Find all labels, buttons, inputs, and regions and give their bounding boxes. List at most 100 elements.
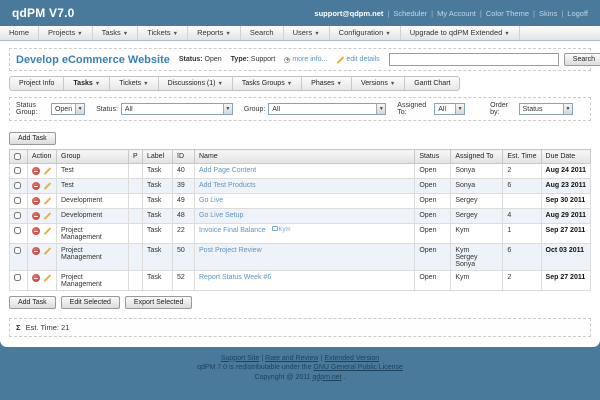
chevron-down-icon: ▼ (77, 31, 82, 37)
footer-link-extended-version[interactable]: Extended Version (324, 355, 379, 362)
comment-bubble-icon (272, 226, 278, 231)
task-name-link[interactable]: Go Live Setup (199, 212, 243, 219)
edit-icon[interactable] (43, 274, 52, 283)
gpl-license-link[interactable]: GNU General Public License (313, 364, 403, 371)
tab-tickets[interactable]: Tickets▼ (110, 77, 158, 90)
nav-item-projects[interactable]: Projects▼ (39, 26, 93, 40)
task-priority (129, 271, 143, 291)
header-link-logoff[interactable]: Logoff (567, 9, 588, 18)
task-assigned: Kym (451, 271, 503, 291)
row-checkbox[interactable] (14, 212, 21, 219)
task-label: Task (143, 209, 173, 224)
tab-versions[interactable]: Versions▼ (352, 77, 405, 90)
qdpm-net-link[interactable]: qdpm.net (312, 374, 341, 381)
filter-select[interactable]: All ▼ (434, 103, 465, 115)
filter-bar: Status Group: Open ▼ Status: All ▼ Group… (9, 97, 591, 121)
edit-icon[interactable] (43, 167, 52, 176)
task-name-link[interactable]: Add Test Products (199, 182, 256, 189)
edit-selected-button[interactable]: Edit Selected (61, 296, 120, 309)
pencil-icon (336, 56, 344, 64)
task-row: Test Task 39 Add Test Products Open Sony… (10, 179, 591, 194)
task-name-cell: Add Test Products (195, 179, 415, 194)
delete-icon[interactable] (32, 182, 40, 190)
more-info-link[interactable]: more info... (284, 56, 327, 63)
tab-gantt-chart[interactable]: Gantt Chart (405, 77, 459, 90)
header-link-color-theme[interactable]: Color Theme (486, 9, 529, 18)
task-name-link[interactable]: Add Page Content (199, 167, 256, 174)
task-group: Development (57, 194, 129, 209)
footer-link-rate-and-review[interactable]: Rate and Review (265, 355, 318, 362)
footer-link-support-site[interactable]: Support Site (221, 355, 260, 362)
task-status: Open (415, 224, 451, 244)
nav-item-upgrade-to-qdpm-extended[interactable]: Upgrade to qdPM Extended▼ (401, 26, 520, 40)
edit-icon[interactable] (43, 247, 52, 256)
edit-details-link[interactable]: edit details (336, 56, 379, 64)
tab-project-info[interactable]: Project Info (10, 77, 64, 90)
search-input[interactable] (389, 53, 559, 66)
nav-item-tasks[interactable]: Tasks▼ (93, 26, 139, 40)
row-checkbox[interactable] (14, 247, 21, 254)
edit-icon[interactable] (43, 197, 52, 206)
filter-label: Status: (96, 106, 118, 113)
nav-item-tickets[interactable]: Tickets▼ (138, 26, 188, 40)
filter-select[interactable]: Status ▼ (519, 103, 573, 115)
row-checkbox[interactable] (14, 274, 21, 281)
task-group: Test (57, 179, 129, 194)
task-name-link[interactable]: Post Project Review (199, 247, 262, 254)
col-header-p: P (129, 150, 143, 164)
dropdown-arrow-icon: ▼ (563, 104, 572, 114)
filter-select[interactable]: All ▼ (121, 103, 233, 115)
chevron-down-icon: ▼ (95, 81, 100, 87)
delete-icon[interactable] (32, 167, 40, 175)
status-value: Open (205, 56, 222, 63)
task-row: Project Management Task 50 Post Project … (10, 244, 591, 271)
dropdown-arrow-icon: ▼ (75, 104, 84, 114)
export-selected-button[interactable]: Export Selected (125, 296, 192, 309)
info-plus-icon (284, 57, 290, 63)
delete-icon[interactable] (32, 227, 40, 235)
filter-group: Group: All ▼ (244, 103, 386, 115)
task-id: 48 (173, 209, 195, 224)
tab-discussions-1-[interactable]: Discussions (1)▼ (159, 77, 233, 90)
nav-item-users[interactable]: Users▼ (284, 26, 330, 40)
tab-tasks-groups[interactable]: Tasks Groups▼ (233, 77, 302, 90)
edit-icon[interactable] (43, 212, 52, 221)
row-checkbox[interactable] (14, 227, 21, 234)
delete-icon[interactable] (32, 247, 40, 255)
task-est-time: 4 (503, 209, 541, 224)
add-task-button[interactable]: Add Task (9, 296, 56, 309)
chevron-down-icon: ▼ (123, 31, 128, 37)
task-assigned: Sonya (451, 179, 503, 194)
row-checkbox[interactable] (14, 182, 21, 189)
row-checkbox[interactable] (14, 167, 21, 174)
task-name-link[interactable]: Report Status Week #6 (199, 274, 271, 281)
select-all-checkbox[interactable] (14, 153, 21, 160)
header-link-my-account[interactable]: My Account (437, 9, 476, 18)
filter-select[interactable]: All ▼ (268, 103, 386, 115)
delete-icon[interactable] (32, 197, 40, 205)
add-task-button[interactable]: Add Task (9, 132, 56, 145)
comment-author: Kym (279, 227, 291, 233)
edit-icon[interactable] (43, 227, 52, 236)
nav-item-reports[interactable]: Reports▼ (188, 26, 241, 40)
edit-icon[interactable] (43, 182, 52, 191)
tab-phases[interactable]: Phases▼ (302, 77, 352, 90)
header-link-skins[interactable]: Skins (539, 9, 557, 18)
task-name-link[interactable]: Go Live (199, 197, 223, 204)
task-group: Project Management (57, 224, 129, 244)
filter-selected-value: Status (520, 106, 563, 113)
search-button[interactable]: Search (564, 53, 600, 66)
chevron-down-icon: ▼ (504, 31, 509, 37)
nav-item-home[interactable]: Home (0, 26, 39, 40)
row-checkbox[interactable] (14, 197, 21, 204)
filter-select[interactable]: Open ▼ (51, 103, 85, 115)
delete-icon[interactable] (32, 212, 40, 220)
delete-icon[interactable] (32, 274, 40, 282)
sigma-icon: Σ (16, 323, 21, 332)
nav-item-search[interactable]: Search (241, 26, 284, 40)
header-link-scheduler[interactable]: Scheduler (393, 9, 427, 18)
task-name-link[interactable]: Invoice Final Balance (199, 227, 266, 234)
task-row: Development Task 48 Go Live Setup Open S… (10, 209, 591, 224)
nav-item-configuration[interactable]: Configuration▼ (330, 26, 401, 40)
tab-tasks[interactable]: Tasks▼ (64, 77, 110, 90)
